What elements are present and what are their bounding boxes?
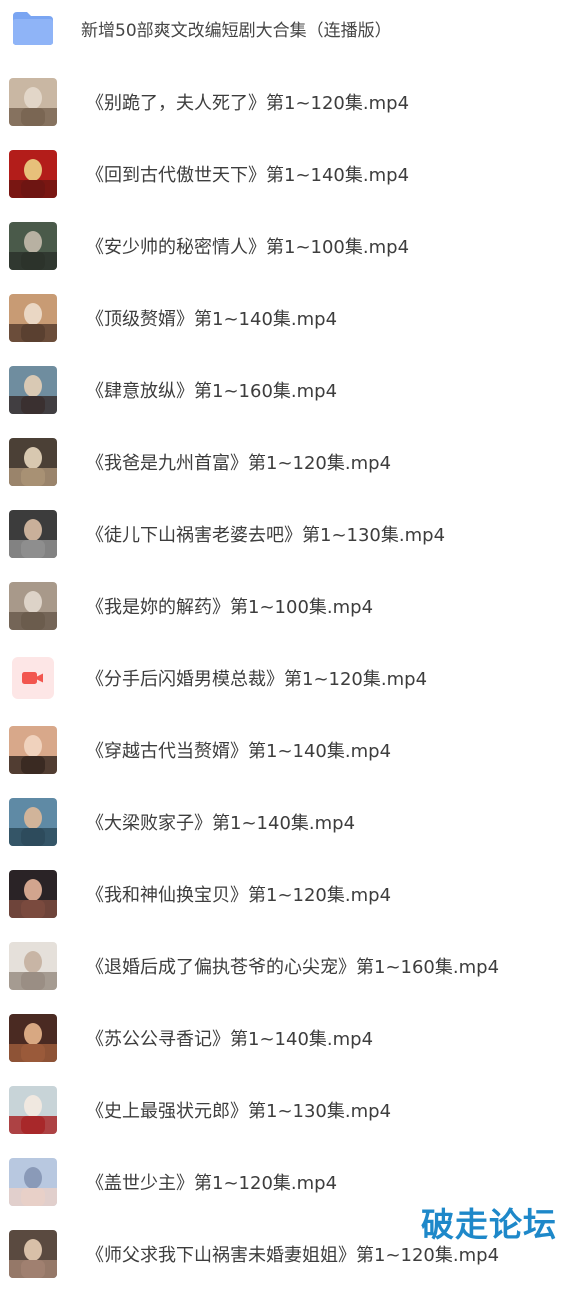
video-thumbnail [9,366,57,414]
file-name: 《回到古代傲世天下》第1~140集.mp4 [86,165,410,186]
video-thumbnail [9,438,57,486]
file-row[interactable]: 《史上最强状元郎》第1~130集.mp4 [0,1074,575,1146]
file-row[interactable]: 《顶级赘婿》第1~140集.mp4 [0,282,575,354]
file-name: 《我爸是九州首富》第1~120集.mp4 [86,453,392,474]
folder-icon [11,10,55,46]
file-row[interactable]: 《我和神仙换宝贝》第1~120集.mp4 [0,858,575,930]
file-name: 《穿越古代当赘婿》第1~140集.mp4 [86,741,392,762]
file-name: 《分手后闪婚男模总裁》第1~120集.mp4 [86,669,428,690]
video-thumbnail [9,150,57,198]
file-row[interactable]: 《安少帅的秘密情人》第1~100集.mp4 [0,210,575,282]
watermark-logo: 破走论坛 [421,1205,557,1244]
file-name: 《肆意放纵》第1~160集.mp4 [86,381,338,402]
file-name: 《安少帅的秘密情人》第1~100集.mp4 [86,237,410,258]
video-thumbnail [9,798,57,846]
file-row[interactable]: 《分手后闪婚男模总裁》第1~120集.mp4 [0,642,575,714]
video-thumbnail [9,1230,57,1278]
file-row[interactable]: 《肆意放纵》第1~160集.mp4 [0,354,575,426]
file-row[interactable]: 《回到古代傲世天下》第1~140集.mp4 [0,138,575,210]
file-name: 《顶级赘婿》第1~140集.mp4 [86,309,338,330]
file-name: 《盖世少主》第1~120集.mp4 [86,1173,338,1194]
folder-name: 新增50部爽文改编短剧大合集（连播版） [81,20,392,41]
file-row[interactable]: 《我爸是九州首富》第1~120集.mp4 [0,426,575,498]
video-thumbnail [9,1086,57,1134]
file-name: 《退婚后成了偏执苍爷的心尖宠》第1~160集.mp4 [86,957,500,978]
video-thumbnail [9,726,57,774]
video-file-icon [9,654,57,702]
video-thumbnail [9,294,57,342]
video-thumbnail [9,510,57,558]
file-name: 《别跪了，夫人死了》第1~120集.mp4 [86,93,410,114]
video-thumbnail [9,222,57,270]
file-name: 《我和神仙换宝贝》第1~120集.mp4 [86,885,392,906]
folder-row[interactable]: 新增50部爽文改编短剧大合集（连播版） [0,0,575,56]
file-row[interactable]: 《苏公公寻香记》第1~140集.mp4 [0,1002,575,1074]
video-thumbnail [9,582,57,630]
video-thumbnail [9,78,57,126]
video-thumbnail [9,870,57,918]
file-row[interactable]: 《我是妳的解药》第1~100集.mp4 [0,570,575,642]
file-name: 《史上最强状元郎》第1~130集.mp4 [86,1101,392,1122]
file-name: 《我是妳的解药》第1~100集.mp4 [86,597,374,618]
file-name: 《徒儿下山祸害老婆去吧》第1~130集.mp4 [86,525,446,546]
file-row[interactable]: 《大梁败家子》第1~140集.mp4 [0,786,575,858]
file-row[interactable]: 《穿越古代当赘婿》第1~140集.mp4 [0,714,575,786]
file-row[interactable]: 《徒儿下山祸害老婆去吧》第1~130集.mp4 [0,498,575,570]
file-name: 《大梁败家子》第1~140集.mp4 [86,813,356,834]
video-thumbnail [9,942,57,990]
file-row[interactable]: 《退婚后成了偏执苍爷的心尖宠》第1~160集.mp4 [0,930,575,1002]
file-row[interactable]: 《别跪了，夫人死了》第1~120集.mp4 [0,66,575,138]
file-name: 《苏公公寻香记》第1~140集.mp4 [86,1029,374,1050]
video-thumbnail [9,1014,57,1062]
video-thumbnail [9,1158,57,1206]
